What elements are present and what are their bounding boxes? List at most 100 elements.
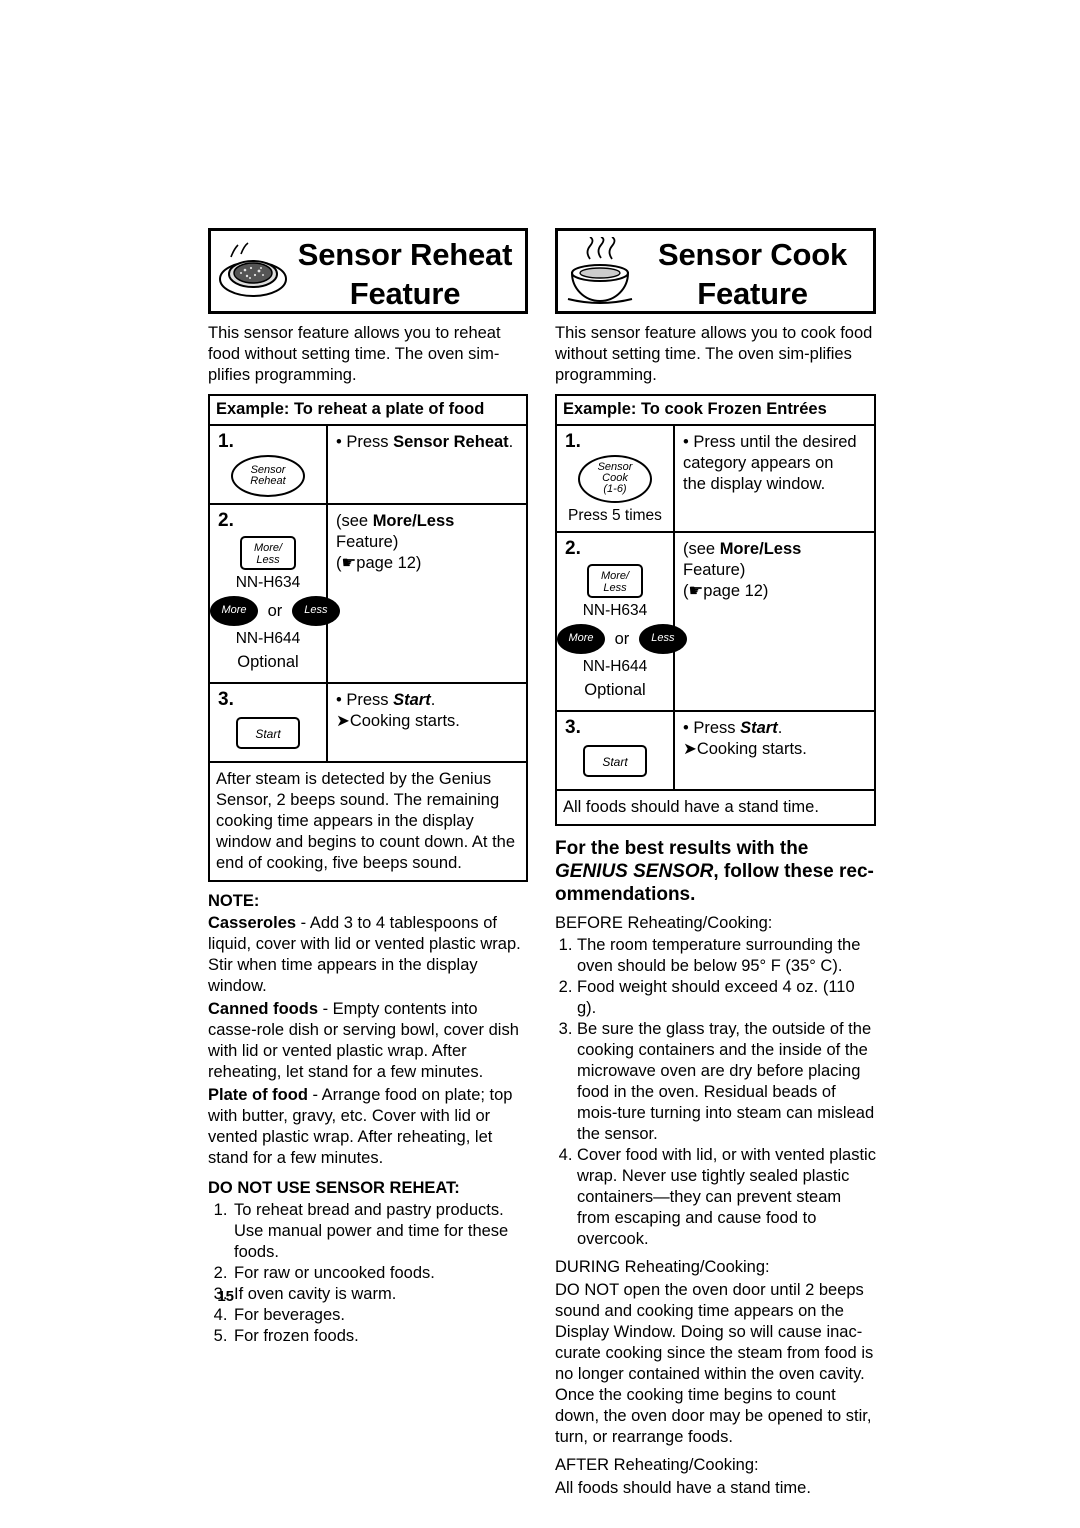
less-button-icon[interactable]: Less bbox=[291, 596, 340, 626]
or-label: or bbox=[267, 601, 283, 620]
step-1-instruction: • Press Sensor Reheat. bbox=[336, 433, 514, 451]
press-times-label: Press 5 times bbox=[568, 507, 662, 524]
step-1-text: • Press until the desired category appea… bbox=[675, 426, 874, 531]
table-row: All foods should have a stand time. bbox=[557, 791, 874, 824]
step-3-text: • Press Start. ➤Cooking starts. bbox=[328, 684, 526, 761]
reheat-example-table: Example: To reheat a plate of food 1. Se… bbox=[208, 394, 528, 882]
table-row: 3. Start • Press Start. ➤Cooking starts. bbox=[210, 684, 526, 763]
step-2-number: 2. bbox=[218, 510, 234, 531]
before-label-row: BEFORE Reheating/Cooking: bbox=[555, 913, 876, 934]
optional-label: Optional bbox=[584, 681, 646, 699]
steaming-bowl-icon bbox=[567, 237, 633, 304]
more-or-less-row: More or Less bbox=[210, 596, 340, 626]
table-row: 2. More/ Less NN-H634 More or Less NN-H6… bbox=[210, 505, 526, 684]
recommendations-heading: For the best results with the GENIUS SEN… bbox=[555, 837, 876, 906]
more-less-line2: Less bbox=[603, 582, 627, 594]
more-less-line1: More/ bbox=[253, 542, 283, 554]
during-label-row: DURING Reheating/Cooking: bbox=[555, 1257, 876, 1278]
banner-title: Sensor Cook Feature bbox=[636, 235, 869, 313]
more-less-button-icon[interactable]: More/ Less bbox=[587, 564, 643, 598]
step-1-cell: 1. Sensor Reheat bbox=[210, 426, 328, 503]
rec-head-line3: ommendations. bbox=[555, 884, 696, 905]
reheat-after-text: After steam is detected by the Genius Se… bbox=[216, 770, 516, 872]
banner-title-line2: Feature bbox=[697, 276, 808, 311]
step-3-cell: 3. Start bbox=[210, 684, 328, 761]
sensor-cook-button-icon[interactable]: Sensor Cook (1-6) bbox=[578, 455, 652, 503]
cook-example-table: Example: To cook Frozen Entrées 1. Senso… bbox=[555, 394, 876, 826]
sensor-cook-banner: Sensor Cook Feature bbox=[555, 228, 876, 314]
sensor-reheat-button-line2: Reheat bbox=[250, 475, 286, 487]
sensor-reheat-banner: Sensor Reheat Feature bbox=[208, 228, 528, 314]
during-rest: Reheating/Cooking: bbox=[620, 1258, 770, 1276]
rec-head-line2-rest: , follow these rec- bbox=[713, 861, 874, 882]
step-2-text: (see More/Less Feature) (☛page 12) bbox=[675, 533, 874, 710]
table-row: 1. Sensor Cook (1-6) Press 5 times • Pre… bbox=[557, 426, 874, 533]
after-label: AFTER bbox=[555, 1456, 610, 1474]
right-intro-text: This sensor feature allows you to cook f… bbox=[555, 324, 873, 384]
during-text: DO NOT open the oven door until 2 beeps … bbox=[555, 1281, 874, 1446]
step-3-line1: • Press Start. bbox=[683, 719, 783, 737]
note-casseroles-label: Casseroles bbox=[208, 914, 297, 932]
step-1-cell: 1. Sensor Cook (1-6) Press 5 times bbox=[557, 426, 675, 531]
banner-title-line2: Feature bbox=[349, 276, 461, 311]
step-3-line2: ➤Cooking starts. bbox=[336, 712, 460, 730]
table-row: 3. Start • Press Start. ➤Cooking starts. bbox=[557, 712, 874, 791]
step-2-number: 2. bbox=[565, 538, 581, 559]
more-less-line1: More/ bbox=[600, 570, 630, 582]
start-button-icon[interactable]: Start bbox=[583, 745, 647, 777]
more-button-icon[interactable]: More bbox=[557, 624, 605, 654]
step-3-number: 3. bbox=[565, 717, 581, 738]
before-rest: Reheating/Cooking: bbox=[622, 914, 773, 932]
after-text: All foods should have a stand time. bbox=[555, 1479, 811, 1497]
note-canned-label: Canned foods bbox=[208, 1000, 318, 1018]
table-row: After steam is detected by the Genius Se… bbox=[210, 763, 526, 880]
step-2-line1: (see More/Less bbox=[683, 540, 802, 558]
right-column: Sensor Cook Feature This sensor feature … bbox=[555, 228, 876, 1499]
list-item: For raw or uncooked foods. bbox=[232, 1263, 528, 1284]
list-item: To reheat bread and pastry products. Use… bbox=[232, 1200, 528, 1263]
more-less-button-icon[interactable]: More/ Less bbox=[240, 536, 296, 570]
more-or-less-row: More or Less bbox=[557, 624, 687, 654]
left-column: Sensor Reheat Feature This sensor featur… bbox=[208, 228, 528, 1347]
note-canned-foods: Canned foods - Empty contents into casse… bbox=[208, 999, 528, 1083]
less-button-icon[interactable]: Less bbox=[638, 624, 687, 654]
step-1-line3: the display window. bbox=[683, 475, 826, 493]
model-h644-label: NN-H644 bbox=[235, 630, 301, 647]
more-button-icon[interactable]: More bbox=[210, 596, 258, 626]
during-label: DURING bbox=[555, 1258, 621, 1276]
start-button-icon[interactable]: Start bbox=[236, 717, 300, 749]
before-label: BEFORE bbox=[555, 914, 623, 932]
step-3-number: 3. bbox=[218, 689, 234, 710]
optional-label: Optional bbox=[237, 653, 299, 671]
step-1-text: • Press Sensor Reheat. bbox=[328, 426, 526, 503]
step-1-number: 1. bbox=[565, 431, 581, 452]
more-less-line2: Less bbox=[256, 554, 280, 566]
rec-head-line1: For the best results with the bbox=[555, 838, 809, 859]
banner-title: Sensor Reheat Feature bbox=[289, 235, 521, 313]
step-2-line2: Feature) bbox=[336, 533, 399, 551]
list-item: If oven cavity is warm. bbox=[232, 1284, 528, 1305]
sensor-reheat-button-icon[interactable]: Sensor Reheat bbox=[231, 455, 305, 497]
note-title: NOTE: bbox=[208, 892, 260, 910]
left-intro-text: This sensor feature allows you to reheat… bbox=[208, 324, 501, 384]
step-2-line2: Feature) bbox=[683, 561, 746, 579]
table-row: 1. Sensor Reheat • Press Sensor Reheat. bbox=[210, 426, 526, 505]
list-item: Be sure the glass tray, the outside of t… bbox=[577, 1019, 876, 1145]
sensor-cook-line3: (1-6) bbox=[603, 483, 627, 495]
model-h634-label: NN-H634 bbox=[582, 602, 648, 619]
note-plate-of-food: Plate of food - Arrange food on plate; t… bbox=[208, 1085, 528, 1169]
manual-page: 15 Sensor Reheat Feature This sensor fea… bbox=[0, 0, 1080, 1528]
note-plate-label: Plate of food bbox=[208, 1086, 308, 1104]
step-3-line2: ➤Cooking starts. bbox=[683, 740, 807, 758]
step-2-line3: (☛page 12) bbox=[336, 554, 422, 572]
after-rest: Reheating/Cooking: bbox=[609, 1456, 759, 1474]
banner-title-line1: Sensor Cook bbox=[657, 237, 847, 272]
model-h634-label: NN-H634 bbox=[235, 574, 301, 591]
do-not-use-list: To reheat bread and pastry products. Use… bbox=[208, 1200, 528, 1347]
or-label: or bbox=[614, 629, 630, 648]
reheat-example-header: Example: To reheat a plate of food bbox=[210, 396, 526, 426]
plate-of-food-icon bbox=[219, 242, 287, 297]
step-2-line1: (see More/Less bbox=[336, 512, 455, 530]
cook-after-text: All foods should have a stand time. bbox=[563, 798, 819, 816]
step-1-number: 1. bbox=[218, 431, 234, 452]
